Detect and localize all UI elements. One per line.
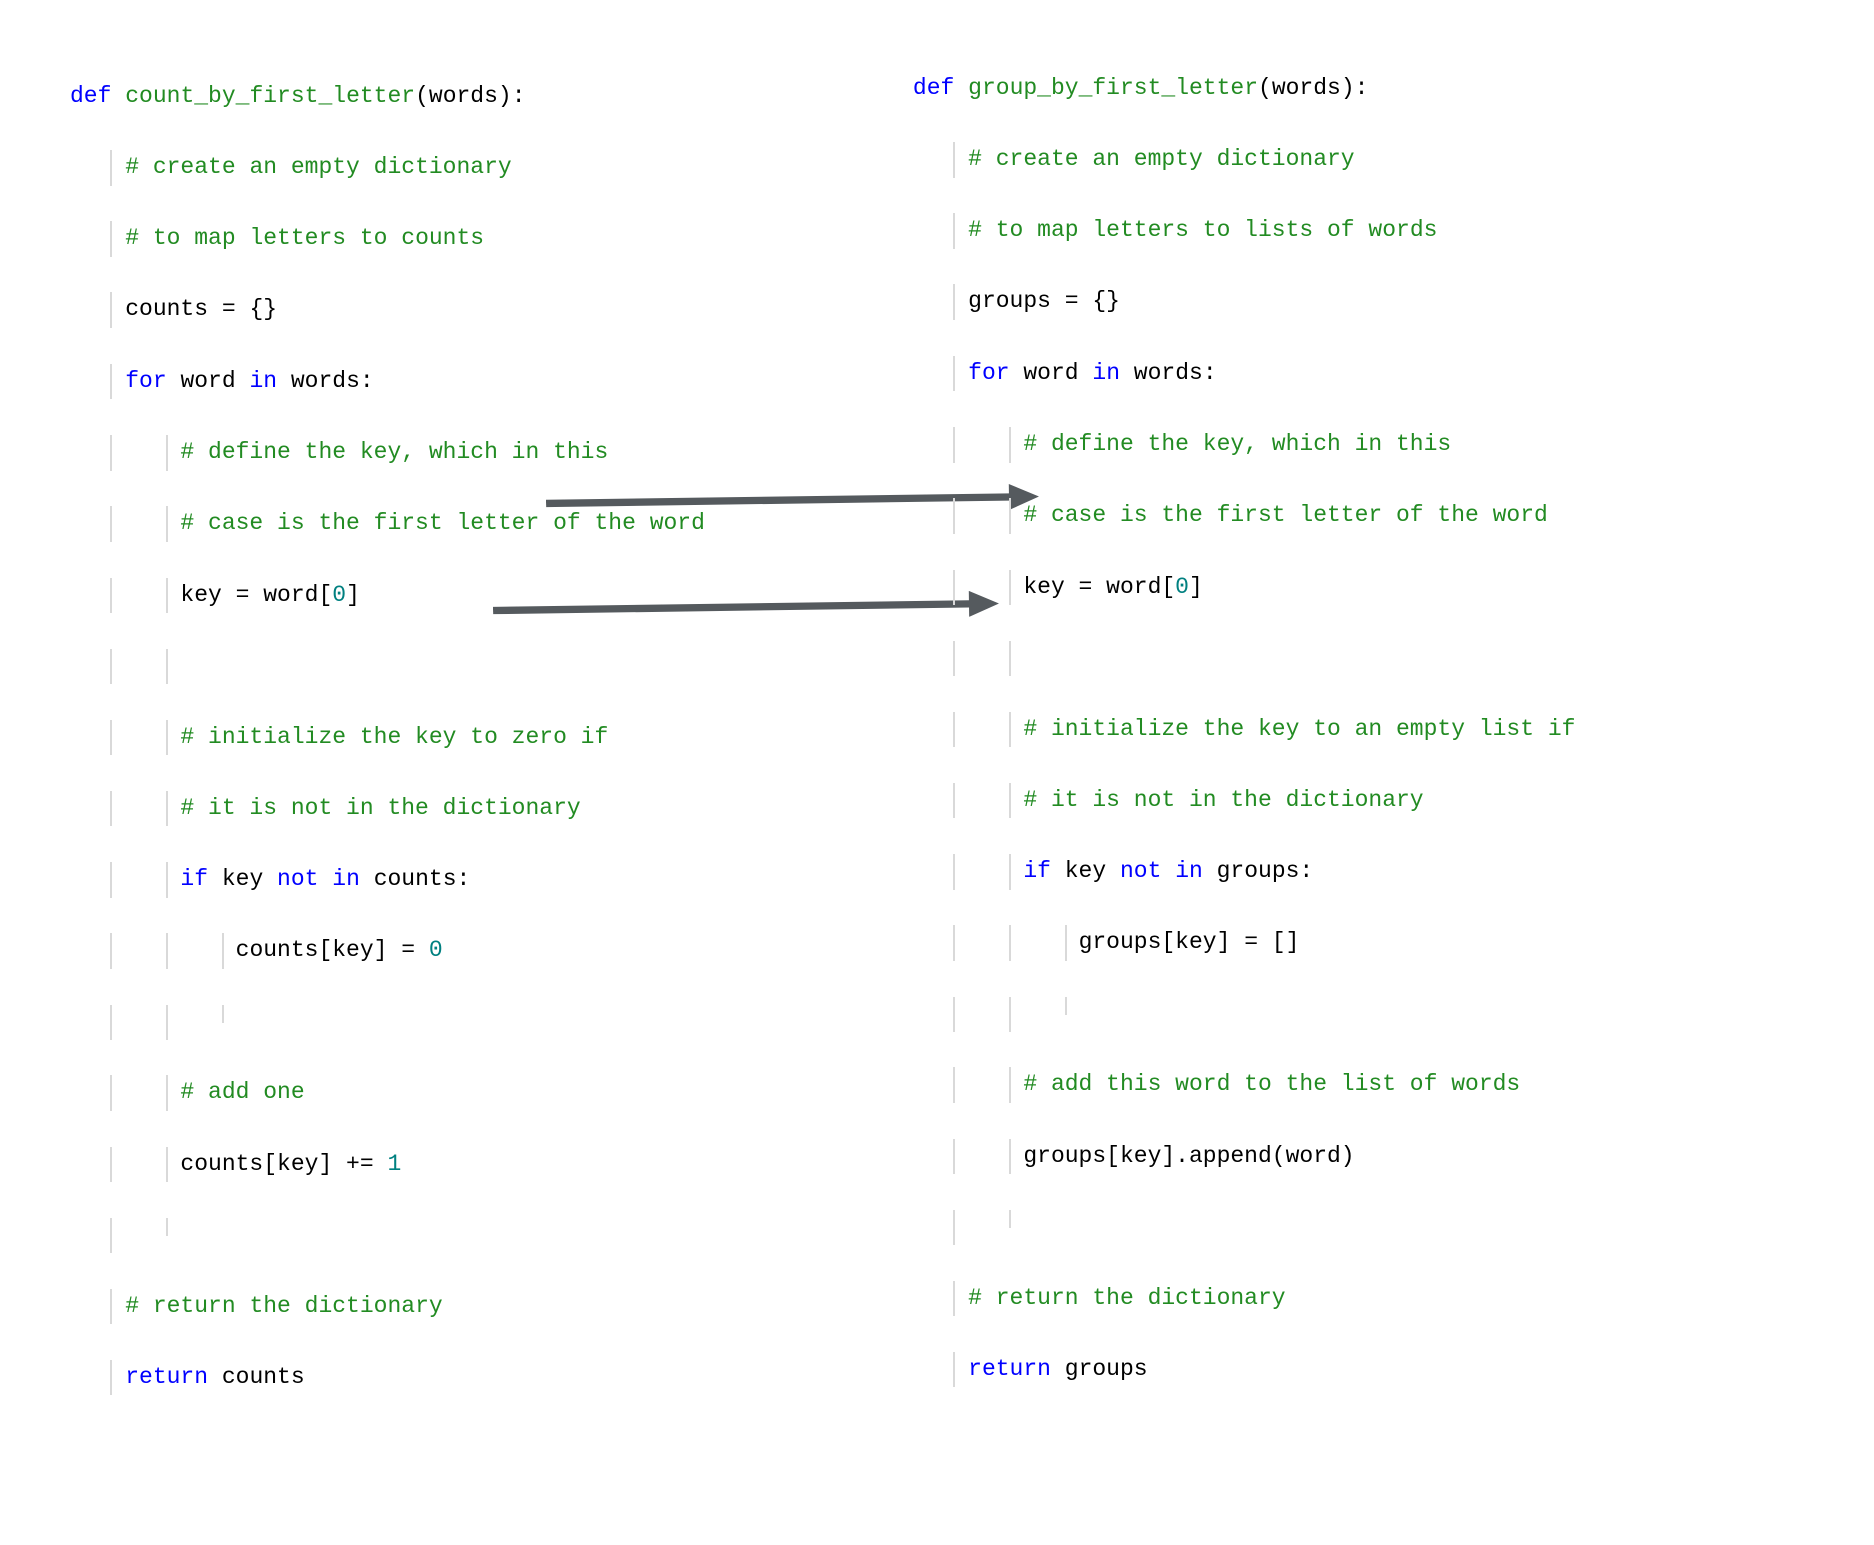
code-line: return groups [913, 1352, 1576, 1388]
code-line: def count_by_first_letter(words): [70, 79, 705, 115]
code-line: if key not in counts: [70, 862, 705, 898]
code-line: # create an empty dictionary [70, 150, 705, 186]
code-line: # return the dictionary [913, 1281, 1576, 1317]
code-line [913, 1210, 1576, 1245]
code-line: # define the key, which in this [70, 435, 705, 471]
code-line: # add one [70, 1075, 705, 1111]
code-line: groups[key].append(word) [913, 1139, 1576, 1175]
code-line: # it is not in the dictionary [913, 783, 1576, 819]
code-line [913, 997, 1576, 1032]
code-line: for word in words: [913, 356, 1576, 392]
code-line: # define the key, which in this [913, 427, 1576, 463]
code-line: key = word[0] [913, 570, 1576, 606]
code-line: # add this word to the list of words [913, 1067, 1576, 1103]
code-line: # case is the first letter of the word [913, 498, 1576, 534]
code-line: # case is the first letter of the word [70, 506, 705, 542]
code-line: # return the dictionary [70, 1289, 705, 1325]
code-line [70, 649, 705, 684]
code-line: # initialize the key to zero if [70, 720, 705, 756]
code-line [913, 641, 1576, 676]
code-line: # it is not in the dictionary [70, 791, 705, 827]
code-line: # to map letters to counts [70, 221, 705, 257]
code-line: counts = {} [70, 292, 705, 328]
code-line: for word in words: [70, 364, 705, 400]
code-line: # to map letters to lists of words [913, 213, 1576, 249]
code-line: return counts [70, 1360, 705, 1396]
code-line: counts[key] += 1 [70, 1147, 705, 1183]
code-line [70, 1005, 705, 1040]
code-line: counts[key] = 0 [70, 933, 705, 969]
code-line: def group_by_first_letter(words): [913, 71, 1576, 107]
code-line: groups = {} [913, 284, 1576, 320]
left-code-block: def count_by_first_letter(words): # crea… [70, 43, 705, 1502]
right-code-block: def group_by_first_letter(words): # crea… [913, 35, 1576, 1502]
code-line: # initialize the key to an empty list if [913, 712, 1576, 748]
code-line [70, 1218, 705, 1253]
code-line: if key not in groups: [913, 854, 1576, 890]
code-line: groups[key] = [] [913, 925, 1576, 961]
code-line: # create an empty dictionary [913, 142, 1576, 178]
